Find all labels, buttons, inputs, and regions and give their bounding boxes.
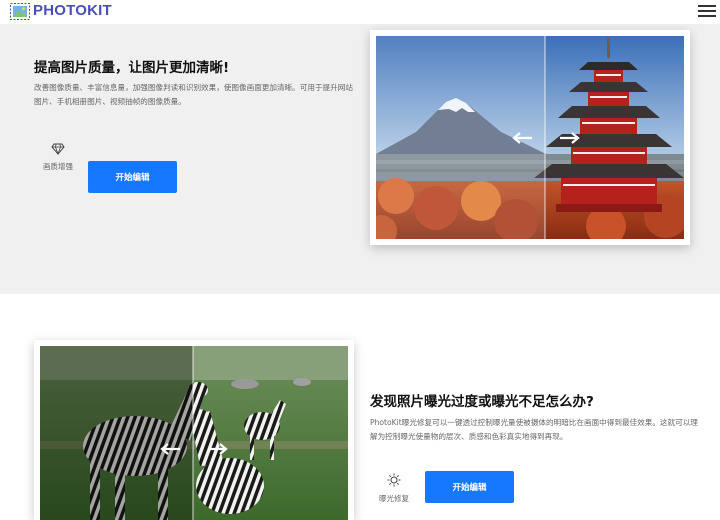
start-edit-button[interactable]: 开始编辑 (88, 161, 177, 193)
enhance-feature[interactable]: 画质增强 (36, 140, 80, 172)
zebra-photo[interactable] (40, 346, 348, 520)
enhance-description: 改善图像质量、丰富信息量，加强图像判读和识别效果，使图像画面更加清晰。可用于提升… (34, 83, 353, 106)
enhance-feature-label: 画质增强 (43, 162, 73, 171)
image-logo-icon[interactable] (10, 3, 30, 20)
exposure-feature[interactable]: 曝光修复 (372, 472, 416, 504)
compare-arrows-icon[interactable] (160, 441, 230, 457)
sun-icon (387, 473, 401, 487)
exposure-title: 发现照片曝光过度或曝光不足怎么办? (370, 394, 594, 410)
exposure-compare-frame (34, 340, 354, 520)
top-navigation-bar: PHOTOKIT (0, 0, 720, 24)
diamond-icon (51, 143, 65, 155)
hamburger-menu-icon[interactable] (698, 5, 716, 19)
brand-name[interactable]: PHOTOKIT (33, 2, 112, 19)
start-edit-button[interactable]: 开始编辑 (425, 471, 514, 503)
compare-arrows-icon[interactable] (512, 130, 582, 146)
exposure-description: PhotoKit曝光修复可以一键透过控制曝光量使被摄体的明暗比在画面中得到最佳效… (370, 418, 698, 441)
exposure-feature-label: 曝光修复 (379, 494, 409, 503)
enhance-title: 提高图片质量，让图片更加清晰! (34, 60, 230, 76)
